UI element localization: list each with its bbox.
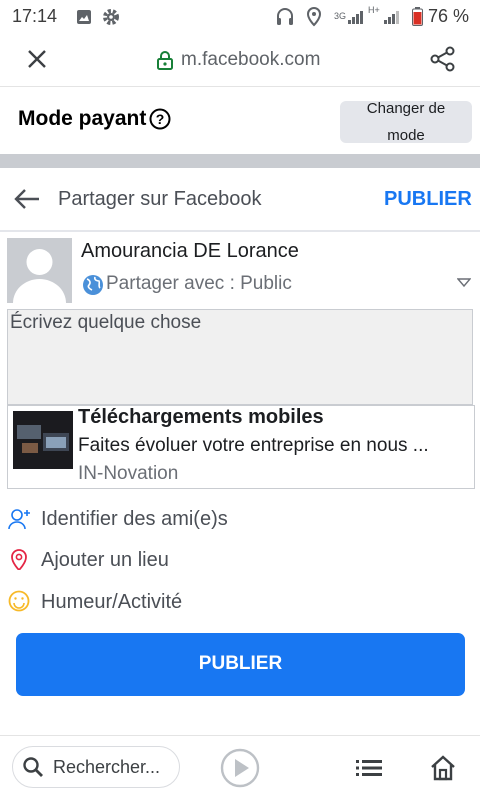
home-icon[interactable] [430,755,456,781]
action-tag-friends[interactable]: Identifier des ami(e)s [0,505,480,535]
smiley-icon [8,590,30,612]
link-source: IN-Novation [78,463,179,484]
signal-icon [348,11,363,24]
headphones-icon [277,8,293,25]
link-description: Faites évoluer votre entreprise en nous … [78,435,429,456]
tag-friends-icon [8,509,30,529]
image-icon [77,10,91,24]
share-icon[interactable] [430,46,456,72]
search-placeholder: Rechercher... [53,757,161,777]
battery-percent: 76 % [428,6,470,26]
profile-name: Amourancia DE Lorance [81,240,299,262]
svg-text:?: ? [156,111,165,127]
audience-selector[interactable]: Partager avec : Public [106,273,292,295]
action-mood[interactable]: Humeur/Activité [0,588,480,618]
action-add-place[interactable]: Ajouter un lieu [0,546,480,576]
location-pin-icon [11,549,27,570]
bottom-nav-divider [0,735,480,736]
settings-gear-icon [103,9,119,25]
change-mode-label-2: mode [387,127,425,144]
action-label: Ajouter un lieu [41,549,169,571]
list-icon[interactable] [356,759,382,777]
avatar [7,238,72,303]
status-time: 17:14 [12,6,58,26]
location-icon [306,7,322,27]
network-type-2: H+ [368,5,380,15]
link-thumbnail [13,411,73,469]
mode-title: Mode payant [18,107,147,130]
link-title: Téléchargements mobiles [78,406,324,428]
status-bar [0,0,480,34]
close-icon[interactable] [27,49,47,69]
dropdown-caret-icon[interactable] [457,278,471,288]
network-type: 3G [334,11,347,21]
url-text[interactable]: m.facebook.com [181,49,320,71]
section-separator [0,154,480,168]
publish-link-top[interactable]: PUBLIER [384,188,472,211]
globe-icon [83,275,103,295]
share-title: Partager sur Facebook [58,188,262,210]
search-icon [23,757,43,777]
play-icon[interactable] [220,748,260,788]
post-placeholder: Écrivez quelque chose [10,312,202,333]
publish-button[interactable]: PUBLIER [16,633,465,696]
action-label: Humeur/Activité [41,591,183,613]
signal-icon-2 [384,11,399,24]
change-mode-button[interactable]: Changer de mode [340,100,472,144]
help-icon[interactable]: ? [149,108,171,130]
change-mode-label-1: Changer de [366,100,446,117]
battery-icon [412,7,423,26]
action-label: Identifier des ami(e)s [41,508,228,530]
lock-icon [157,51,173,70]
back-arrow-icon[interactable] [14,188,40,210]
